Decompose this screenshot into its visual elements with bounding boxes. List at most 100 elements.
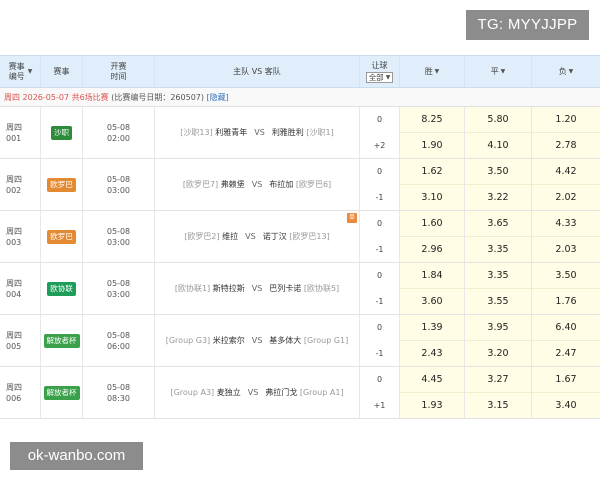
header-win[interactable]: 胜 ▼	[400, 56, 465, 87]
home-team[interactable]: [沙职13] 利雅青年	[180, 127, 247, 138]
away-team-name: 布拉加	[269, 180, 294, 189]
handicap-draw-odds[interactable]: 3.15	[465, 392, 531, 418]
win-odds-cell: 1.39 2.43	[400, 315, 465, 366]
league-badge[interactable]: 沙职	[51, 125, 72, 140]
handicap-lose-odds[interactable]: 1.76	[532, 288, 600, 314]
handicap-win-odds[interactable]: 2.96	[400, 236, 464, 262]
league-badge[interactable]: 解放者杯	[43, 385, 80, 400]
win-odds[interactable]: 8.25	[400, 107, 464, 133]
win-odds[interactable]: 1.39	[400, 315, 464, 341]
win-odds[interactable]: 4.45	[400, 367, 464, 393]
win-odds[interactable]: 1.62	[400, 159, 464, 185]
handicap-filter-select[interactable]: 全部 ▼	[365, 71, 394, 83]
home-team[interactable]: [欧罗巴7] 弗赖堡	[183, 179, 245, 190]
match-row[interactable]: 周四 004 欧协联 05-08 03:00 [欧协联1] 斯特拉斯 VS 巴列…	[0, 263, 600, 315]
home-team[interactable]: [欧罗巴2] 维拉	[184, 231, 238, 242]
away-team[interactable]: 布拉加 [欧罗巴6]	[269, 179, 331, 190]
handicap-lose-odds[interactable]: 2.03	[532, 236, 600, 262]
sort-caret-icon: ▼	[566, 67, 574, 75]
away-rank-tag: [沙职1]	[306, 128, 334, 137]
handicap-cell: 0 -1	[360, 315, 400, 366]
handicap-lose-odds[interactable]: 2.78	[532, 132, 600, 158]
header-match-no[interactable]: 赛事编号 ▼	[0, 56, 41, 87]
draw-odds[interactable]: 3.27	[465, 367, 531, 393]
matchup-cell: [欧罗巴7] 弗赖堡 VS 布拉加 [欧罗巴6]	[155, 159, 360, 210]
handicap-win-odds[interactable]: 1.93	[400, 392, 464, 418]
watermark-telegram: TG: MYYJJPP	[466, 10, 589, 40]
lose-odds[interactable]: 4.33	[532, 211, 600, 237]
kickoff-time: 06:00	[106, 341, 131, 351]
lose-odds[interactable]: 1.67	[532, 367, 600, 393]
header-draw[interactable]: 平 ▼	[465, 56, 532, 87]
home-team[interactable]: [Group A3] 麦独立	[170, 387, 240, 398]
away-team-name: 弗拉门戈	[265, 388, 298, 397]
lose-odds-cell: 4.33 2.03	[532, 211, 600, 262]
vs-label: VS	[247, 388, 259, 397]
away-team[interactable]: 利雅胜利 [沙职1]	[272, 127, 334, 138]
match-row[interactable]: 周四 005 解放者杯 05-08 06:00 [Group G3] 米拉索尔 …	[0, 315, 600, 367]
league-cell: 解放者杯	[41, 315, 83, 366]
home-team[interactable]: [Group G3] 米拉索尔	[166, 335, 245, 346]
league-badge[interactable]: 欧罗巴	[47, 177, 76, 192]
win-odds-cell: 4.45 1.93	[400, 367, 465, 418]
lose-odds[interactable]: 1.20	[532, 107, 600, 133]
league-badge[interactable]: 解放者杯	[43, 333, 80, 348]
win-odds[interactable]: 1.84	[400, 263, 464, 289]
draw-odds-cell: 3.95 3.20	[465, 315, 532, 366]
home-rank-tag: [欧罗巴7]	[182, 180, 219, 189]
kickoff-date: 05-08	[106, 122, 131, 132]
kickoff-date: 05-08	[106, 278, 131, 288]
handicap-draw-odds[interactable]: 3.22	[465, 184, 531, 210]
handicap-win-odds[interactable]: 3.10	[400, 184, 464, 210]
lose-odds[interactable]: 3.50	[532, 263, 600, 289]
kickoff-cell: 05-08 03:00	[83, 211, 155, 262]
handicap-win-odds[interactable]: 3.60	[400, 288, 464, 314]
header-lose[interactable]: 负 ▼	[532, 56, 600, 87]
draw-odds[interactable]: 3.35	[465, 263, 531, 289]
league-badge[interactable]: 欧协联	[47, 281, 76, 296]
draw-odds[interactable]: 3.65	[465, 211, 531, 237]
handicap-win-odds[interactable]: 2.43	[400, 340, 464, 366]
handicap-normal: 0	[376, 167, 383, 177]
sort-caret-icon: ▼	[27, 67, 33, 75]
draw-odds[interactable]: 3.95	[465, 315, 531, 341]
handicap-lose-odds[interactable]: 3.40	[532, 392, 600, 418]
match-row[interactable]: 周四 006 解放者杯 05-08 08:30 [Group A3] 麦独立 V…	[0, 367, 600, 419]
handicap-draw-odds[interactable]: 3.55	[465, 288, 531, 314]
lose-odds-cell: 1.67 3.40	[532, 367, 600, 418]
draw-odds[interactable]: 5.80	[465, 107, 531, 133]
handicap-draw-odds[interactable]: 3.20	[465, 340, 531, 366]
match-row[interactable]: 周四 001 沙职 05-08 02:00 [沙职13] 利雅青年 VS 利雅胜…	[0, 107, 600, 159]
handicap-lose-odds[interactable]: 2.47	[532, 340, 600, 366]
hide-link[interactable]: [隐藏]	[207, 93, 229, 102]
handicap-lose-odds[interactable]: 2.02	[532, 184, 600, 210]
match-row[interactable]: 周四 003 欧罗巴 05-08 03:00 [欧罗巴2] 维拉 VS 诺丁汉 …	[0, 211, 600, 263]
away-team[interactable]: 弗拉门戈 [Group A1]	[265, 387, 343, 398]
league-cell: 欧协联	[41, 263, 83, 314]
draw-odds-cell: 5.80 4.10	[465, 107, 532, 158]
handicap-win-odds[interactable]: 1.90	[400, 132, 464, 158]
home-team[interactable]: [欧协联1] 斯特拉斯	[175, 283, 245, 294]
handicap-cell: 0 -1	[360, 211, 400, 262]
chevron-down-icon: ▼	[385, 73, 391, 81]
match-row[interactable]: 周四 002 欧罗巴 05-08 03:00 [欧罗巴7] 弗赖堡 VS 布拉加…	[0, 159, 600, 211]
away-team[interactable]: 诺丁汉 [欧罗巴13]	[263, 231, 330, 242]
league-badge[interactable]: 欧罗巴	[47, 229, 76, 244]
home-rank-tag: [欧协联1]	[174, 284, 211, 293]
handicap-cell: 0 -1	[360, 159, 400, 210]
handicap-cell: 0 +1	[360, 367, 400, 418]
away-team[interactable]: 巴列卡诺 [欧协联5]	[269, 283, 339, 294]
lose-odds[interactable]: 6.40	[532, 315, 600, 341]
kickoff-time: 03:00	[106, 185, 131, 195]
kickoff-time: 02:00	[106, 133, 131, 143]
handicap-draw-odds[interactable]: 4.10	[465, 132, 531, 158]
matchup-cell: [欧罗巴2] 维拉 VS 诺丁汉 [欧罗巴13] 单	[155, 211, 360, 262]
handicap-draw-odds[interactable]: 3.35	[465, 236, 531, 262]
match-number: 周四 002	[0, 159, 41, 210]
win-odds[interactable]: 1.60	[400, 211, 464, 237]
match-list: 周四 001 沙职 05-08 02:00 [沙职13] 利雅青年 VS 利雅胜…	[0, 107, 600, 419]
draw-odds[interactable]: 3.50	[465, 159, 531, 185]
away-team[interactable]: 基多体大 [Group G1]	[269, 335, 348, 346]
lose-odds[interactable]: 4.42	[532, 159, 600, 185]
header-time-label: 开赛时间	[110, 61, 127, 81]
